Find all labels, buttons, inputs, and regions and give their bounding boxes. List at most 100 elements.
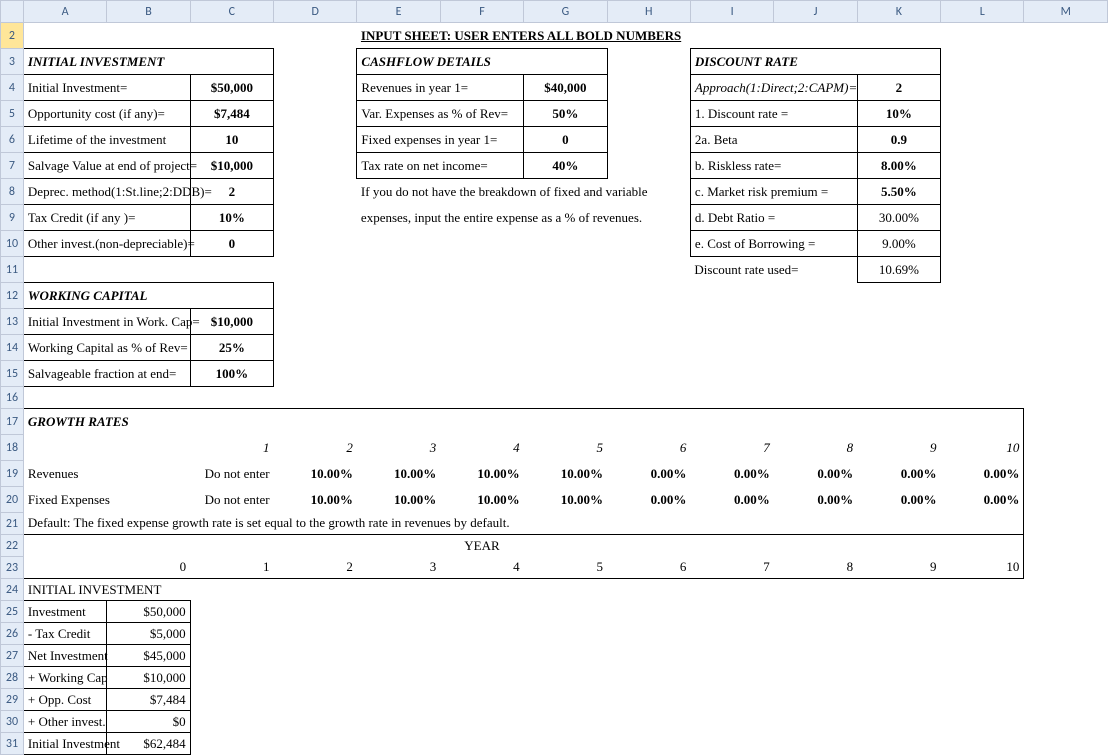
cell-label: Discount rate used= [690,257,857,283]
row-header[interactable]: 31 [1,733,24,755]
growth-value[interactable]: 0.00% [941,487,1024,513]
ii-val[interactable]: $0 [107,711,190,733]
row-header[interactable]: 8 [1,179,24,205]
row-header[interactable]: 30 [1,711,24,733]
cell-value[interactable]: 40% [524,153,607,179]
row-header[interactable]: 7 [1,153,24,179]
col-H[interactable]: H [607,1,690,23]
col-B[interactable]: B [107,1,190,23]
cell-value[interactable]: $50,000 [190,75,273,101]
row-header[interactable]: 6 [1,127,24,153]
col-F[interactable]: F [440,1,523,23]
growth-value[interactable]: 0.00% [774,487,857,513]
cell-value[interactable]: 8.00% [857,153,940,179]
ii-val[interactable]: $50,000 [107,601,190,623]
cashflow-header: CASHFLOW DETAILS [357,49,440,75]
cell-value[interactable]: 50% [524,101,607,127]
cell-label: c. Market risk premium = [690,179,857,205]
row-header[interactable]: 26 [1,623,24,645]
row-header[interactable]: 15 [1,361,24,387]
growth-year: 7 [690,435,773,461]
ii-val[interactable]: $7,484 [107,689,190,711]
row-header[interactable]: 22 [1,535,24,557]
ii-val[interactable]: $45,000 [107,645,190,667]
cell-label: 2a. Beta [690,127,857,153]
cell-value[interactable]: 100% [190,361,273,387]
growth-value[interactable]: 10.00% [357,487,440,513]
col-G[interactable]: G [524,1,607,23]
initial-investment-header: INITIAL INVESTMENT [23,49,190,75]
col-L[interactable]: L [941,1,1024,23]
col-D[interactable]: D [274,1,357,23]
row-header[interactable]: 4 [1,75,24,101]
row-header[interactable]: 10 [1,231,24,257]
growth-value[interactable]: 0.00% [941,461,1024,487]
cell-value[interactable]: $10,000 [190,153,273,179]
growth-value[interactable]: 0.00% [607,461,690,487]
row-header[interactable]: 16 [1,387,24,409]
cell-label: Initial Investment= [23,75,190,101]
col-C[interactable]: C [190,1,273,23]
row-header[interactable]: 29 [1,689,24,711]
cell-value[interactable]: $40,000 [524,75,607,101]
row-header[interactable]: 18 [1,435,24,461]
ii-val[interactable]: $62,484 [107,733,190,755]
row-header[interactable]: 14 [1,335,24,361]
row-header[interactable]: 9 [1,205,24,231]
cell-value[interactable]: $7,484 [190,101,273,127]
row-header[interactable]: 12 [1,283,24,309]
ii-val[interactable]: $5,000 [107,623,190,645]
growth-value[interactable]: 10.00% [274,487,357,513]
cell-value[interactable]: $10,000 [190,309,273,335]
cell-value[interactable]: 10% [857,101,940,127]
row-header[interactable]: 13 [1,309,24,335]
row-header[interactable]: 23 [1,557,24,579]
growth-value[interactable]: 10.00% [440,461,523,487]
row-header[interactable]: 3 [1,49,24,75]
row-header[interactable]: 28 [1,667,24,689]
row-header[interactable]: 2 [1,23,24,49]
row-header[interactable]: 19 [1,461,24,487]
growth-value[interactable]: 0.00% [857,487,940,513]
cell-value[interactable]: 10% [190,205,273,231]
ii-val[interactable]: $10,000 [107,667,190,689]
growth-value[interactable]: 10.00% [440,487,523,513]
growth-value[interactable]: 10.00% [524,461,607,487]
cell-value[interactable]: 9.00% [857,231,940,257]
growth-value[interactable]: 10.00% [274,461,357,487]
cell-value[interactable]: 0 [524,127,607,153]
cell-value[interactable]: 2 [857,75,940,101]
col-I[interactable]: I [690,1,773,23]
row-header[interactable]: 11 [1,257,24,283]
cell-value[interactable]: 10.69% [857,257,940,283]
cell-value[interactable]: 10 [190,127,273,153]
ii-label: - Tax Credit [23,623,106,645]
cashflow-note: expenses, input the entire expense as a … [357,205,691,231]
row-header[interactable]: 25 [1,601,24,623]
cell-value[interactable]: 0.9 [857,127,940,153]
row-header[interactable]: 21 [1,513,24,535]
growth-value[interactable]: 0.00% [690,487,773,513]
growth-value[interactable]: 10.00% [357,461,440,487]
spreadsheet-grid[interactable]: A B C D E F G H I J K L M 2 INPUT SHEET:… [0,0,1108,755]
cell-value[interactable]: 30.00% [857,205,940,231]
col-J[interactable]: J [774,1,857,23]
cell-value[interactable]: 0 [190,231,273,257]
growth-value[interactable]: 0.00% [607,487,690,513]
row-header[interactable]: 20 [1,487,24,513]
growth-value[interactable]: 0.00% [774,461,857,487]
row-header[interactable]: 5 [1,101,24,127]
cell-value[interactable]: 5.50% [857,179,940,205]
growth-value[interactable]: 0.00% [857,461,940,487]
growth-value[interactable]: 10.00% [524,487,607,513]
growth-value[interactable]: 0.00% [690,461,773,487]
row-header[interactable]: 27 [1,645,24,667]
col-A[interactable]: A [23,1,106,23]
year-num: 2 [274,557,357,579]
row-header[interactable]: 17 [1,409,24,435]
row-header[interactable]: 24 [1,579,24,601]
col-M[interactable]: M [1024,1,1108,23]
cell-value[interactable]: 25% [190,335,273,361]
col-K[interactable]: K [857,1,940,23]
col-E[interactable]: E [357,1,440,23]
